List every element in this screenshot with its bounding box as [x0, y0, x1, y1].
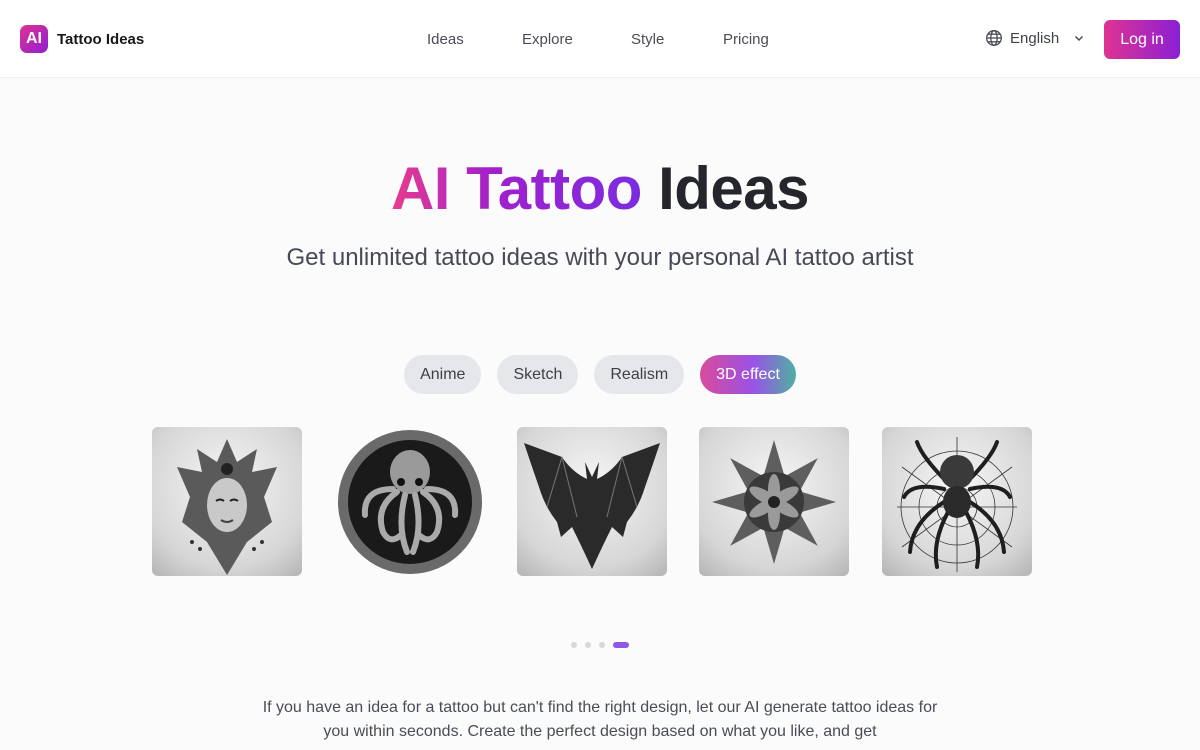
- carousel-dot-2[interactable]: [585, 642, 591, 648]
- gallery-image-octopus[interactable]: [335, 427, 485, 576]
- chip-3d-effect[interactable]: 3D effect: [700, 355, 796, 394]
- hero-subtitle: Get unlimited tattoo ideas with your per…: [286, 244, 914, 271]
- login-button[interactable]: Log in: [1104, 20, 1180, 59]
- chip-anime[interactable]: Anime: [404, 355, 482, 394]
- globe-icon: [986, 30, 1002, 46]
- gallery-image-mandala[interactable]: [699, 427, 849, 576]
- language-label: English: [1010, 29, 1060, 47]
- style-filter-chips: Anime Sketch Realism 3D effect: [0, 355, 1200, 394]
- carousel-dot-4[interactable]: [613, 642, 629, 648]
- nav-pricing[interactable]: Pricing: [723, 30, 769, 50]
- nav-ideas[interactable]: Ideas: [427, 30, 464, 50]
- tattoo-gallery: [0, 427, 1200, 576]
- gallery-image-bat[interactable]: [517, 427, 667, 576]
- language-selector[interactable]: English: [985, 29, 1086, 47]
- chevron-down-icon: [1075, 35, 1084, 42]
- chip-realism[interactable]: Realism: [594, 355, 685, 394]
- title-gradient-part: AI Tattoo: [390, 155, 643, 222]
- carousel-pagination: [0, 642, 1200, 648]
- page-title: AI Tattoo Ideas: [0, 150, 1200, 228]
- nav-style[interactable]: Style: [631, 30, 664, 50]
- gallery-image-goddess[interactable]: [152, 427, 302, 576]
- title-plain-part: Ideas: [658, 155, 810, 222]
- gallery-image-spider[interactable]: [882, 427, 1032, 576]
- chip-sketch[interactable]: Sketch: [497, 355, 579, 394]
- nav-explore[interactable]: Explore: [522, 30, 573, 50]
- carousel-dot-3[interactable]: [599, 642, 605, 648]
- top-nav-bar: AI Tattoo Ideas Ideas Explore Style Pric…: [0, 0, 1200, 78]
- intro-description: If you have an idea for a tattoo but can…: [262, 699, 938, 740]
- carousel-dot-1[interactable]: [571, 642, 577, 648]
